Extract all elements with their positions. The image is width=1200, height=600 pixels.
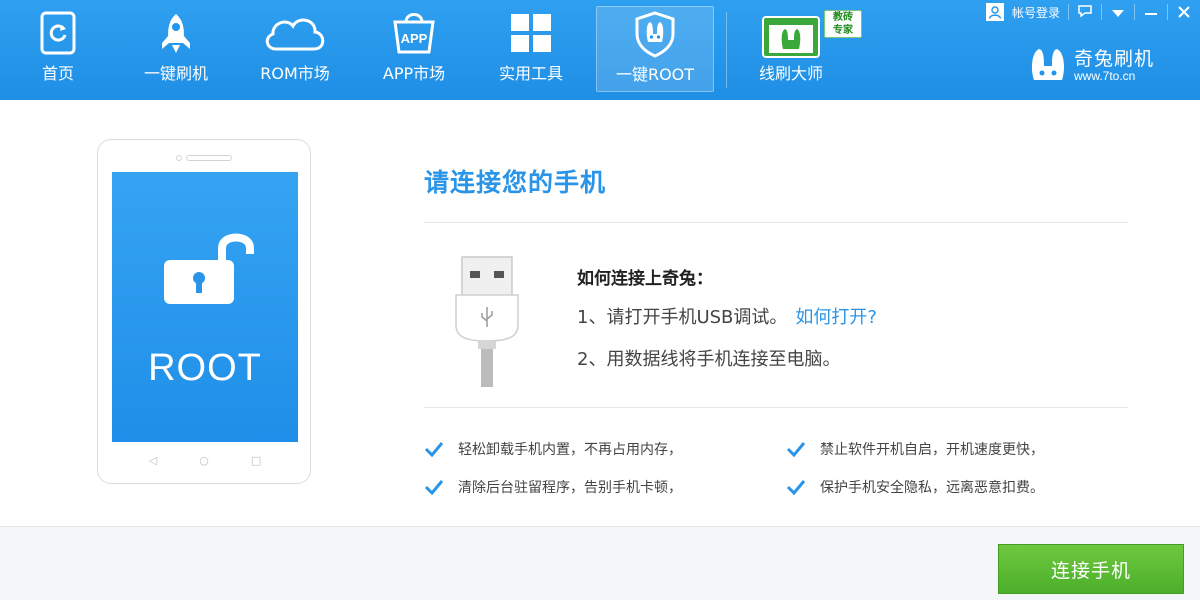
home-key-icon: ○	[199, 454, 209, 467]
step-1-text: 1、请打开手机USB调试。	[577, 307, 788, 328]
usb-cable-icon	[454, 255, 520, 393]
phone-illustration: ROOT ◁ ○ □	[97, 139, 311, 484]
phone-screen: ROOT	[112, 172, 298, 442]
nav-home[interactable]: 首页	[22, 6, 94, 92]
badge-line-1: 教砖	[833, 12, 853, 23]
close-icon	[1178, 3, 1190, 22]
page-title: 请连接您的手机	[424, 168, 607, 197]
phone-nav-keys: ◁ ○ □	[98, 454, 312, 474]
shield-rabbit-icon	[633, 7, 677, 61]
close-button[interactable]	[1168, 0, 1200, 24]
account-login[interactable]: 帐号登录	[980, 0, 1068, 24]
check-icon	[786, 479, 806, 495]
nav-one-key-flash[interactable]: 一键刷机	[130, 6, 222, 92]
minimize-button[interactable]	[1135, 0, 1167, 24]
nav-rom-market[interactable]: ROM市场	[246, 6, 344, 92]
step-2: 2、用数据线将手机连接至电脑。	[577, 349, 841, 370]
menu-button[interactable]	[1102, 0, 1134, 24]
phone-screen-text: ROOT	[148, 347, 262, 389]
feature-text: 轻松卸载手机内置，不再占用内存，	[458, 442, 682, 458]
nav-line-flash-master-label: 线刷大师	[758, 64, 823, 83]
windows-grid-icon	[508, 6, 554, 60]
nav-one-key-root-label: 一键ROOT	[615, 65, 695, 84]
feature-item: 禁止软件开机自启，开机速度更快，	[786, 439, 1044, 459]
brand-name: 奇兔刷机	[1074, 48, 1155, 70]
nav-utilities-label: 实用工具	[498, 64, 563, 83]
check-icon	[424, 479, 444, 495]
app-bag-icon-text: APP	[401, 31, 428, 46]
feature-item: 轻松卸载手机内置，不再占用内存，	[424, 439, 682, 459]
feature-item: 保护手机安全隐私，远离恶意扣费。	[786, 477, 1044, 497]
connect-phone-button[interactable]: 连接手机	[998, 544, 1184, 594]
brand-logo: 奇兔刷机 www.7to.cn	[1028, 46, 1154, 86]
chevron-down-icon	[1111, 3, 1125, 22]
feature-text: 保护手机安全隐私，远离恶意扣费。	[820, 480, 1044, 496]
account-login-label: 帐号登录	[1011, 5, 1060, 20]
check-icon	[786, 441, 806, 457]
cloud-icon	[260, 6, 330, 60]
step-1: 1、请打开手机USB调试。 如何打开?	[577, 303, 877, 329]
back-key-icon: ◁	[148, 454, 158, 467]
line-flash-icon	[761, 6, 821, 60]
badge-line-2: 专家	[833, 25, 853, 36]
window-controls: 帐号登录	[980, 0, 1200, 24]
rocket-icon	[154, 6, 198, 60]
feedback-button[interactable]	[1069, 0, 1101, 24]
nav-utilities[interactable]: 实用工具	[484, 6, 578, 92]
nav-app-market[interactable]: APP APP市场	[368, 6, 460, 92]
how-to-connect-title: 如何连接上奇兔：	[577, 269, 713, 289]
nav-one-key-flash-label: 一键刷机	[143, 64, 208, 83]
expert-badge: 教砖 专家	[824, 10, 862, 38]
how-to-enable-link[interactable]: 如何打开?	[795, 307, 877, 328]
nav-rom-market-label: ROM市场	[260, 64, 330, 83]
feature-text: 清除后台驻留程序，告别手机卡顿，	[458, 480, 682, 496]
nav-divider	[726, 12, 727, 88]
phone-speaker	[186, 155, 232, 161]
divider	[424, 407, 1128, 408]
user-avatar-icon	[985, 3, 1004, 21]
brand-url: www.7to.cn	[1074, 69, 1136, 83]
divider	[424, 222, 1128, 223]
top-navigation-bar: 首页 一键刷机 ROM市场 APP APP市场 实用工具 一键ROOT 线刷大师…	[0, 0, 1200, 100]
app-bag-icon: APP	[389, 6, 439, 60]
feature-item: 清除后台驻留程序，告别手机卡顿，	[424, 477, 682, 497]
rabbit-logo-icon	[1028, 46, 1068, 86]
home-icon	[38, 6, 78, 60]
check-icon	[424, 441, 444, 457]
nav-home-label: 首页	[41, 64, 74, 83]
recent-key-icon: □	[250, 454, 262, 467]
phone-camera	[176, 155, 182, 161]
nav-app-market-label: APP市场	[382, 64, 446, 83]
feature-text: 禁止软件开机自启，开机速度更快，	[820, 442, 1044, 458]
unlocked-padlock-icon	[164, 233, 254, 304]
nav-one-key-root[interactable]: 一键ROOT	[596, 6, 714, 92]
feedback-icon	[1077, 3, 1093, 22]
minimize-icon	[1144, 3, 1158, 22]
